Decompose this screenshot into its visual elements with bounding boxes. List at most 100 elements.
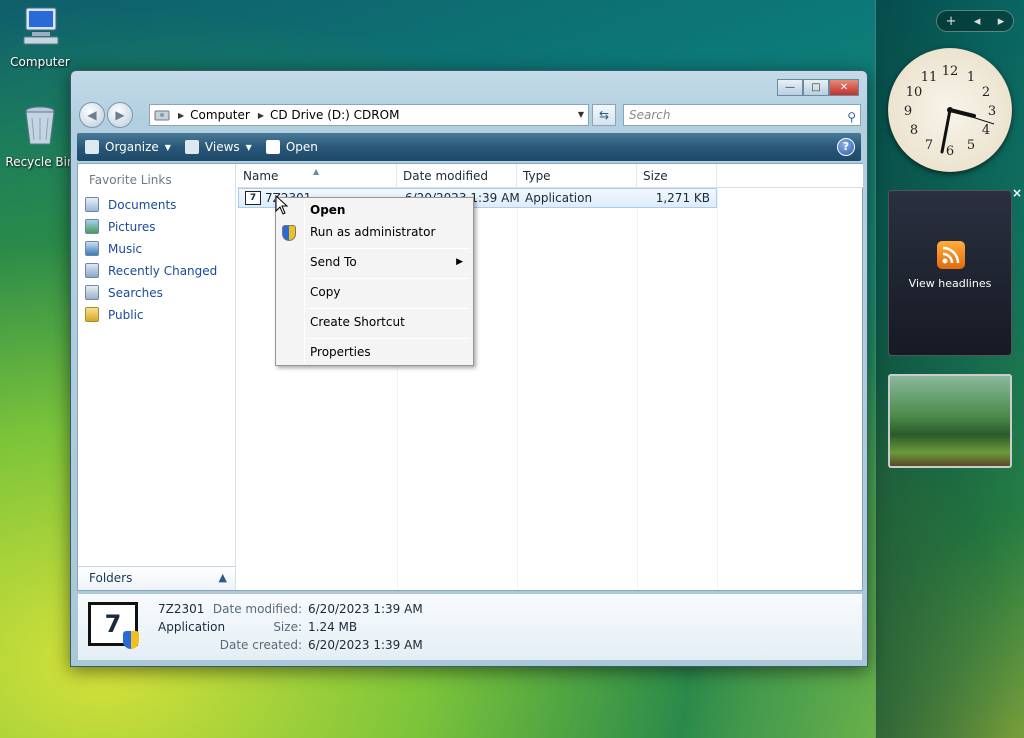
- music-icon: [85, 241, 99, 256]
- details-size: 1.24 MB: [308, 620, 358, 634]
- menu-item-copy[interactable]: Copy: [310, 285, 340, 299]
- icon-glyph: 7: [104, 610, 122, 638]
- uac-shield-icon: [123, 631, 139, 649]
- clock-numeral-6: 6: [946, 144, 954, 159]
- desktop-computer-icon[interactable]: Computer: [0, 4, 80, 69]
- navigation-bar: ◀ ▶ ▶ Computer ▶ CD Drive (D:) CDROM ▼ ⇆…: [79, 101, 861, 128]
- desktop-recycle-bin-icon[interactable]: Recycle Bin: [0, 104, 80, 169]
- organize-button[interactable]: Organize ▼: [85, 140, 171, 154]
- fav-link-label: Recently Changed: [108, 263, 218, 278]
- details-size-label: Size:: [273, 620, 302, 634]
- rss-feed-icon: [937, 241, 965, 269]
- views-label: Views: [204, 140, 240, 154]
- forward-arrow-icon: ▶: [115, 108, 125, 122]
- details-pane: 7 7Z2301 Application Date modified: 6/20…: [77, 593, 863, 661]
- drive-icon: [154, 110, 170, 121]
- maximize-button[interactable]: □: [803, 79, 829, 96]
- clock-numeral-1: 1: [967, 70, 975, 85]
- fav-link-music[interactable]: Music: [85, 241, 142, 256]
- fav-link-pictures[interactable]: Pictures: [85, 219, 156, 234]
- menu-item-properties[interactable]: Properties: [310, 345, 371, 359]
- fav-link-label: Pictures: [108, 219, 156, 234]
- add-gadget-button[interactable]: +: [946, 14, 957, 29]
- column-type[interactable]: Type: [517, 164, 637, 188]
- fav-link-recently-changed[interactable]: Recently Changed: [85, 263, 217, 278]
- open-icon: [265, 140, 280, 154]
- address-bar[interactable]: ▶ Computer ▶ CD Drive (D:) CDROM ▼: [149, 104, 589, 126]
- column-date-label: Date modified: [403, 169, 489, 183]
- clock-face: 12 1 2 3 4 5 6 7 8 9 10 11: [904, 64, 996, 159]
- details-date-created: 6/20/2023 1:39 AM: [308, 638, 423, 652]
- computer-icon: [23, 7, 59, 45]
- window-controls: — □ ✕: [777, 79, 859, 96]
- views-icon: [184, 140, 199, 154]
- address-dropdown-icon[interactable]: ▼: [578, 110, 584, 119]
- windows-sidebar: + ◂ ▸ 12 1 2 3 4 5 6 7 8 9 10 11 × View …: [875, 0, 1024, 738]
- column-date-modified[interactable]: Date modified: [397, 164, 517, 188]
- command-toolbar: Organize ▼ Views ▼ Open ?: [77, 133, 861, 161]
- clock-gadget[interactable]: 12 1 2 3 4 5 6 7 8 9 10 11: [888, 48, 1012, 172]
- breadcrumb-separator-icon: ▶: [178, 110, 185, 120]
- refresh-icon: ⇆: [598, 108, 610, 122]
- context-menu: Open Run as administrator Send To ▶ Copy…: [275, 197, 474, 366]
- open-label: Open: [285, 140, 318, 154]
- minimize-button[interactable]: —: [777, 79, 803, 96]
- search-input[interactable]: Search ⚲: [623, 104, 861, 126]
- fav-link-searches[interactable]: Searches: [85, 285, 163, 300]
- details-date-modified: 6/20/2023 1:39 AM: [308, 602, 423, 616]
- searches-icon: [85, 285, 99, 300]
- breadcrumb-separator-icon: ▶: [257, 110, 264, 120]
- previous-button[interactable]: ◂: [974, 14, 981, 29]
- clock-numeral-4: 4: [982, 123, 990, 138]
- public-folder-icon: [85, 307, 99, 322]
- folders-toggle[interactable]: Folders ▲: [78, 566, 235, 590]
- recycle-bin-icon: [25, 106, 55, 145]
- back-button[interactable]: ◀: [79, 102, 105, 128]
- submenu-arrow-icon: ▶: [456, 257, 463, 267]
- details-date-modified-label: Date modified:: [212, 602, 302, 616]
- next-button[interactable]: ▸: [998, 14, 1005, 29]
- fav-link-label: Public: [108, 307, 144, 322]
- menu-item-send-to[interactable]: Send To: [310, 255, 357, 269]
- column-header: ▲ Name Date modified Type Size: [237, 164, 863, 188]
- 7zip-app-large-icon: 7: [88, 602, 139, 649]
- column-name[interactable]: ▲ Name: [237, 164, 397, 188]
- forward-button[interactable]: ▶: [107, 102, 133, 128]
- menu-item-create-shortcut[interactable]: Create Shortcut: [310, 315, 405, 329]
- explorer-window: — □ ✕ ◀ ▶ ▶ Computer ▶ CD Drive (D:) CDR…: [70, 70, 868, 667]
- feed-headlines-gadget[interactable]: View headlines: [888, 190, 1012, 356]
- close-button[interactable]: ✕: [829, 79, 859, 96]
- menu-item-open[interactable]: Open: [310, 203, 345, 217]
- back-arrow-icon: ◀: [87, 108, 97, 122]
- column-size[interactable]: Size: [637, 164, 717, 188]
- fav-link-documents[interactable]: Documents: [85, 197, 176, 212]
- clock-numeral-12: 12: [942, 64, 959, 79]
- chevron-down-icon: ▼: [164, 142, 171, 152]
- slideshow-gadget[interactable]: [888, 374, 1012, 468]
- mouse-cursor-icon: [275, 195, 289, 215]
- search-icon[interactable]: ⚲: [847, 107, 856, 127]
- sort-up-icon: ▲: [313, 167, 320, 176]
- fav-link-public[interactable]: Public: [85, 307, 144, 322]
- help-button[interactable]: ?: [837, 138, 855, 156]
- clock-numeral-8: 8: [910, 123, 918, 138]
- clock-numeral-7: 7: [925, 138, 933, 153]
- clock-numeral-10: 10: [906, 85, 923, 100]
- open-button[interactable]: Open: [265, 140, 318, 154]
- 7zip-app-icon: 7: [245, 191, 261, 205]
- breadcrumb-cd-drive[interactable]: CD Drive (D:) CDROM: [270, 108, 399, 122]
- menu-item-run-as-admin[interactable]: Run as administrator: [310, 225, 435, 239]
- clock-numeral-3: 3: [988, 104, 996, 119]
- favorite-links-title: Favorite Links: [89, 173, 172, 187]
- views-button[interactable]: Views ▼: [184, 140, 252, 154]
- chevron-down-icon: ▼: [245, 142, 252, 152]
- pictures-icon: [85, 219, 99, 234]
- file-type: Application: [525, 191, 593, 205]
- breadcrumb-computer[interactable]: Computer: [190, 108, 250, 122]
- computer-label: Computer: [10, 55, 70, 69]
- folders-label: Folders: [89, 571, 133, 585]
- close-icon[interactable]: ×: [1012, 186, 1022, 200]
- organize-icon: [85, 140, 99, 154]
- refresh-button[interactable]: ⇆: [592, 104, 616, 126]
- view-headlines-label: View headlines: [908, 277, 992, 290]
